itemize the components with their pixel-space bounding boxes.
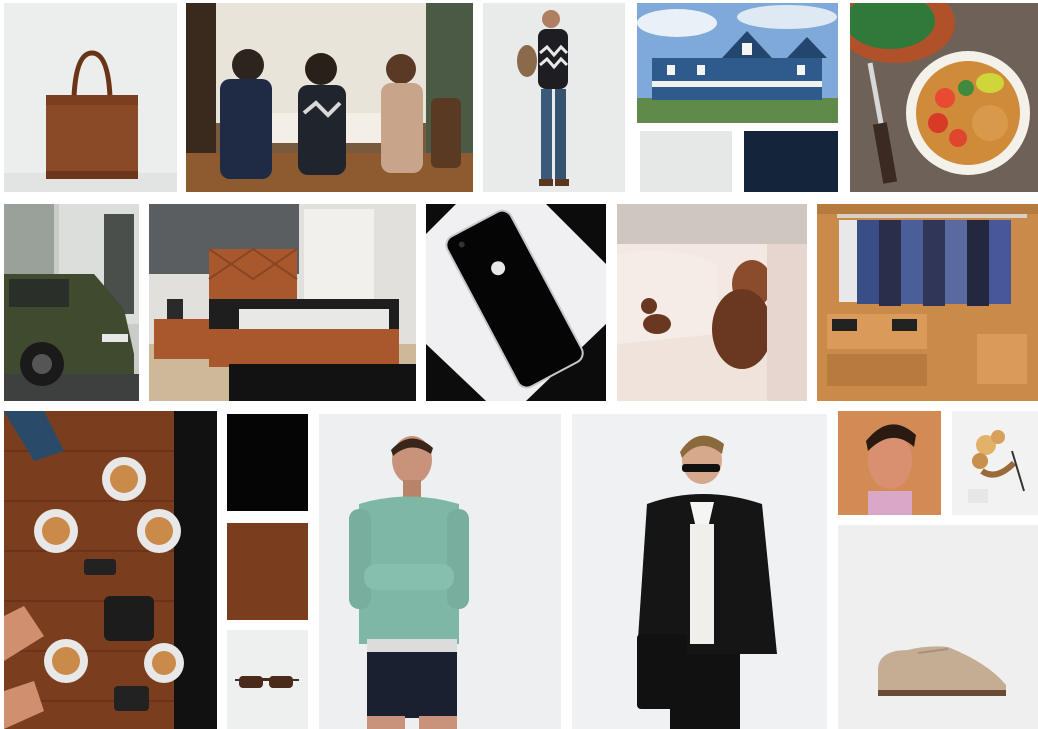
blue-coastal-house-photo: [637, 3, 838, 123]
man-black-blazer-photo: [572, 414, 827, 729]
swatch-black: [227, 414, 308, 511]
man-portrait-photo: [838, 411, 941, 515]
coffee-table-flatlay-photo: [4, 411, 217, 729]
sunglasses-photo: [227, 630, 308, 729]
dinner-party-photo: [186, 3, 473, 192]
black-smartphone-photo: [426, 204, 606, 401]
man-mint-sweater-photo: [319, 414, 561, 729]
suede-shoe-photo: [838, 525, 1038, 729]
swatch-light-grey: [640, 131, 732, 192]
swatch-rust-brown: [227, 523, 308, 620]
clothing-rack-shop-photo: [817, 204, 1038, 401]
brown-leather-tote-bag-photo: [4, 3, 177, 192]
dogs-on-sofa-photo: [617, 204, 807, 401]
green-suv-photo: [4, 204, 139, 401]
leather-bed-bedroom-photo: [149, 204, 416, 401]
dried-flowers-photo: [952, 411, 1038, 515]
salad-bowl-photo: [850, 3, 1038, 192]
swatch-navy: [744, 131, 838, 192]
man-patterned-sweater-photo: [483, 3, 625, 192]
